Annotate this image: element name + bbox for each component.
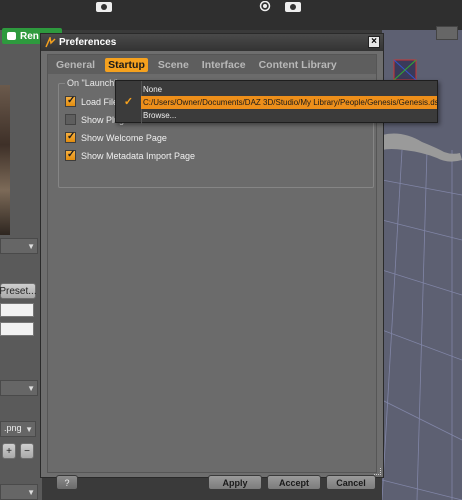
resize-grip[interactable] — [374, 468, 381, 475]
tab-interface[interactable]: Interface — [199, 58, 249, 72]
thumbnail-image — [0, 85, 10, 235]
show-welcome-checkbox[interactable] — [65, 131, 76, 143]
left-input-field[interactable] — [0, 322, 34, 336]
chevron-down-icon: ▼ — [27, 384, 35, 393]
dropdown-option-genesis[interactable]: ✓ C:/Users/Owner/Documents/DAZ 3D/Studio… — [116, 96, 437, 109]
left-dropdown[interactable]: ▼ — [0, 238, 38, 254]
top-toolbar — [0, 0, 462, 30]
dropdown-option-none[interactable]: None — [116, 83, 437, 96]
close-button[interactable]: × — [368, 36, 380, 48]
render-camera-icon[interactable] — [256, 1, 274, 12]
app-window: Ren ▼ Preset... ▼ .png ▼ + − ▼ Preferenc… — [0, 0, 462, 500]
left-input-field[interactable] — [0, 303, 34, 317]
cancel-button-label: Cancel — [336, 477, 366, 488]
tab-content-library[interactable]: Content Library — [256, 58, 340, 72]
tab-general[interactable]: General — [53, 58, 98, 72]
viewport-control[interactable] — [436, 26, 458, 40]
show-metadata-label: Show Metadata Import Page — [81, 150, 196, 161]
remove-button[interactable]: − — [20, 443, 34, 459]
tab-bar: General Startup Scene Interface Content … — [48, 55, 376, 74]
camera-icon[interactable] — [95, 1, 113, 12]
left-dropdown[interactable]: ▼ — [0, 484, 38, 500]
render-icon — [7, 32, 16, 40]
dropdown-option-browse[interactable]: Browse... — [116, 109, 437, 122]
option-label: Browse... — [143, 111, 177, 120]
daz-logo-icon — [45, 35, 56, 48]
load-file-checkbox[interactable] — [65, 95, 76, 107]
apply-button[interactable]: Apply — [208, 475, 262, 490]
dialog-titlebar[interactable]: Preferences × — [41, 34, 383, 51]
help-button[interactable]: ? — [56, 475, 78, 490]
add-button-label: + — [6, 445, 12, 457]
format-dropdown-label: .png — [4, 423, 22, 433]
show-welcome-label: Show Welcome Page — [81, 132, 167, 143]
render-button-label: Ren — [20, 30, 39, 42]
chevron-down-icon: ▼ — [27, 488, 35, 497]
preset-button[interactable]: Preset... — [0, 283, 37, 299]
left-dropdown[interactable]: ▼ — [0, 380, 38, 396]
show-metadata-checkbox[interactable] — [65, 149, 76, 161]
preset-button-label: Preset... — [0, 285, 37, 297]
help-icon: ? — [64, 477, 70, 488]
show-welcome-option[interactable]: Show Welcome Page — [65, 131, 167, 143]
add-button[interactable]: + — [2, 443, 16, 459]
option-label: None — [143, 85, 163, 94]
chevron-down-icon: ▼ — [25, 425, 33, 434]
accept-button[interactable]: Accept — [267, 475, 321, 490]
format-dropdown[interactable]: .png ▼ — [0, 421, 36, 437]
show-plugin-checkbox[interactable] — [65, 114, 76, 125]
camera-icon[interactable] — [284, 1, 302, 12]
remove-button-label: − — [24, 445, 30, 457]
show-metadata-option[interactable]: Show Metadata Import Page — [65, 149, 196, 161]
tab-scene[interactable]: Scene — [155, 58, 192, 72]
dialog-title: Preferences — [59, 37, 117, 48]
cancel-button[interactable]: Cancel — [326, 475, 376, 490]
checkmark-icon: ✓ — [116, 96, 141, 109]
chevron-down-icon: ▼ — [27, 242, 35, 251]
load-file-dropdown-list: None ✓ C:/Users/Owner/Documents/DAZ 3D/S… — [115, 80, 438, 124]
option-label: C:/Users/Owner/Documents/DAZ 3D/Studio/M… — [143, 98, 437, 107]
apply-button-label: Apply — [222, 477, 248, 488]
accept-button-label: Accept — [278, 477, 309, 488]
tab-startup[interactable]: Startup — [105, 57, 148, 72]
